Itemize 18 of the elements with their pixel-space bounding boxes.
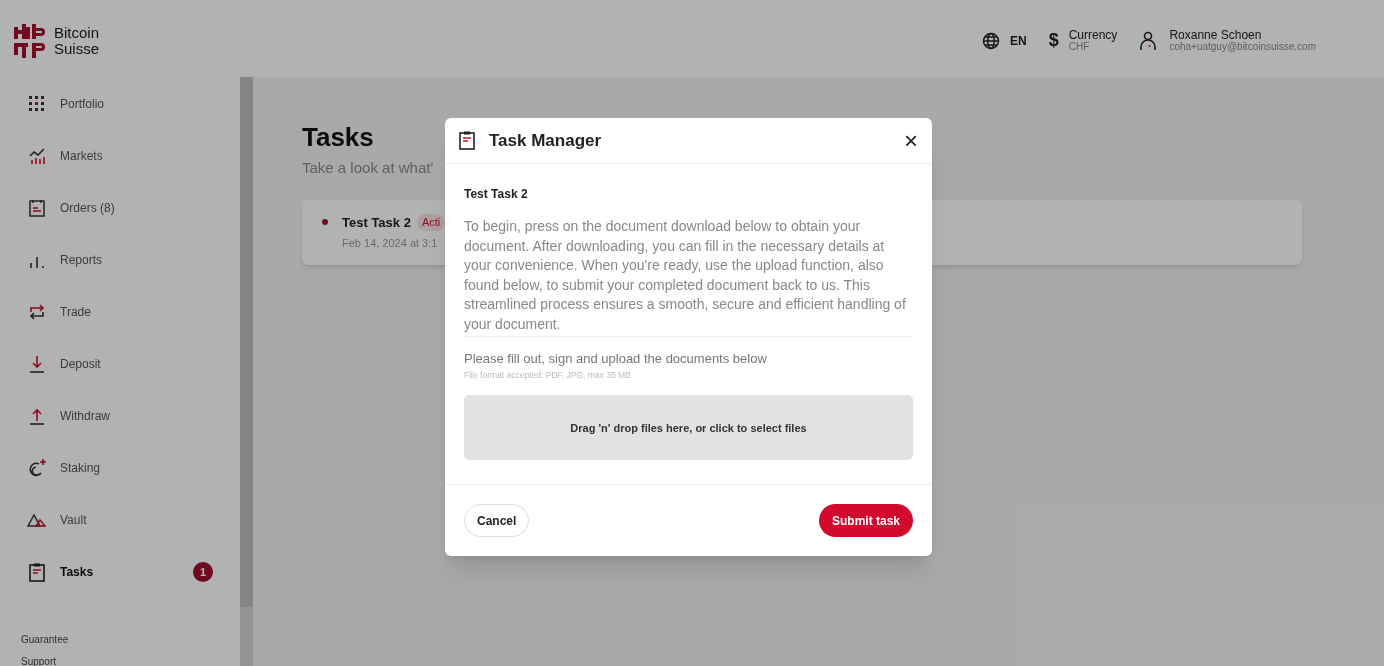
task-title: Test Task 2 <box>342 213 411 232</box>
page-title: Tasks <box>302 121 374 153</box>
task-title: Test Task 2 <box>464 186 529 203</box>
count-badge: 1 <box>193 562 213 582</box>
brand-name: Suisse <box>54 40 100 57</box>
dialog-title: Task Manager <box>489 129 602 152</box>
upload-hint: File format accepted: PDF, JPG, max 35 MB <box>464 368 632 382</box>
task-description: To begin, press on the document download below to obtain your document. After downloading, you can fill in the necessary details at your convenience. When you're ready, use the upload function, also found below, to submit your completed document back to us. This streamlined process ensures a smooth, secure and efficient handling of your document. <box>464 217 913 337</box>
upload-heading: Please fill out, sign and upload the documents below <box>464 350 768 368</box>
user-name: Roxanne Schoen <box>1169 28 1263 41</box>
status-tag: Acti <box>416 214 446 231</box>
currency-value: CHF <box>1068 40 1090 53</box>
page-subtitle: Take a look at what' <box>302 158 434 178</box>
currency-label: Currency <box>1068 28 1118 41</box>
task-date: Feb 14, 2024 at 3:1 <box>342 236 439 251</box>
user-email: coha+uatguy@bitcoinsuisse.com <box>1169 40 1316 53</box>
brand-name: Bitcoin <box>54 24 100 41</box>
dollar-icon: $ <box>1048 27 1059 54</box>
